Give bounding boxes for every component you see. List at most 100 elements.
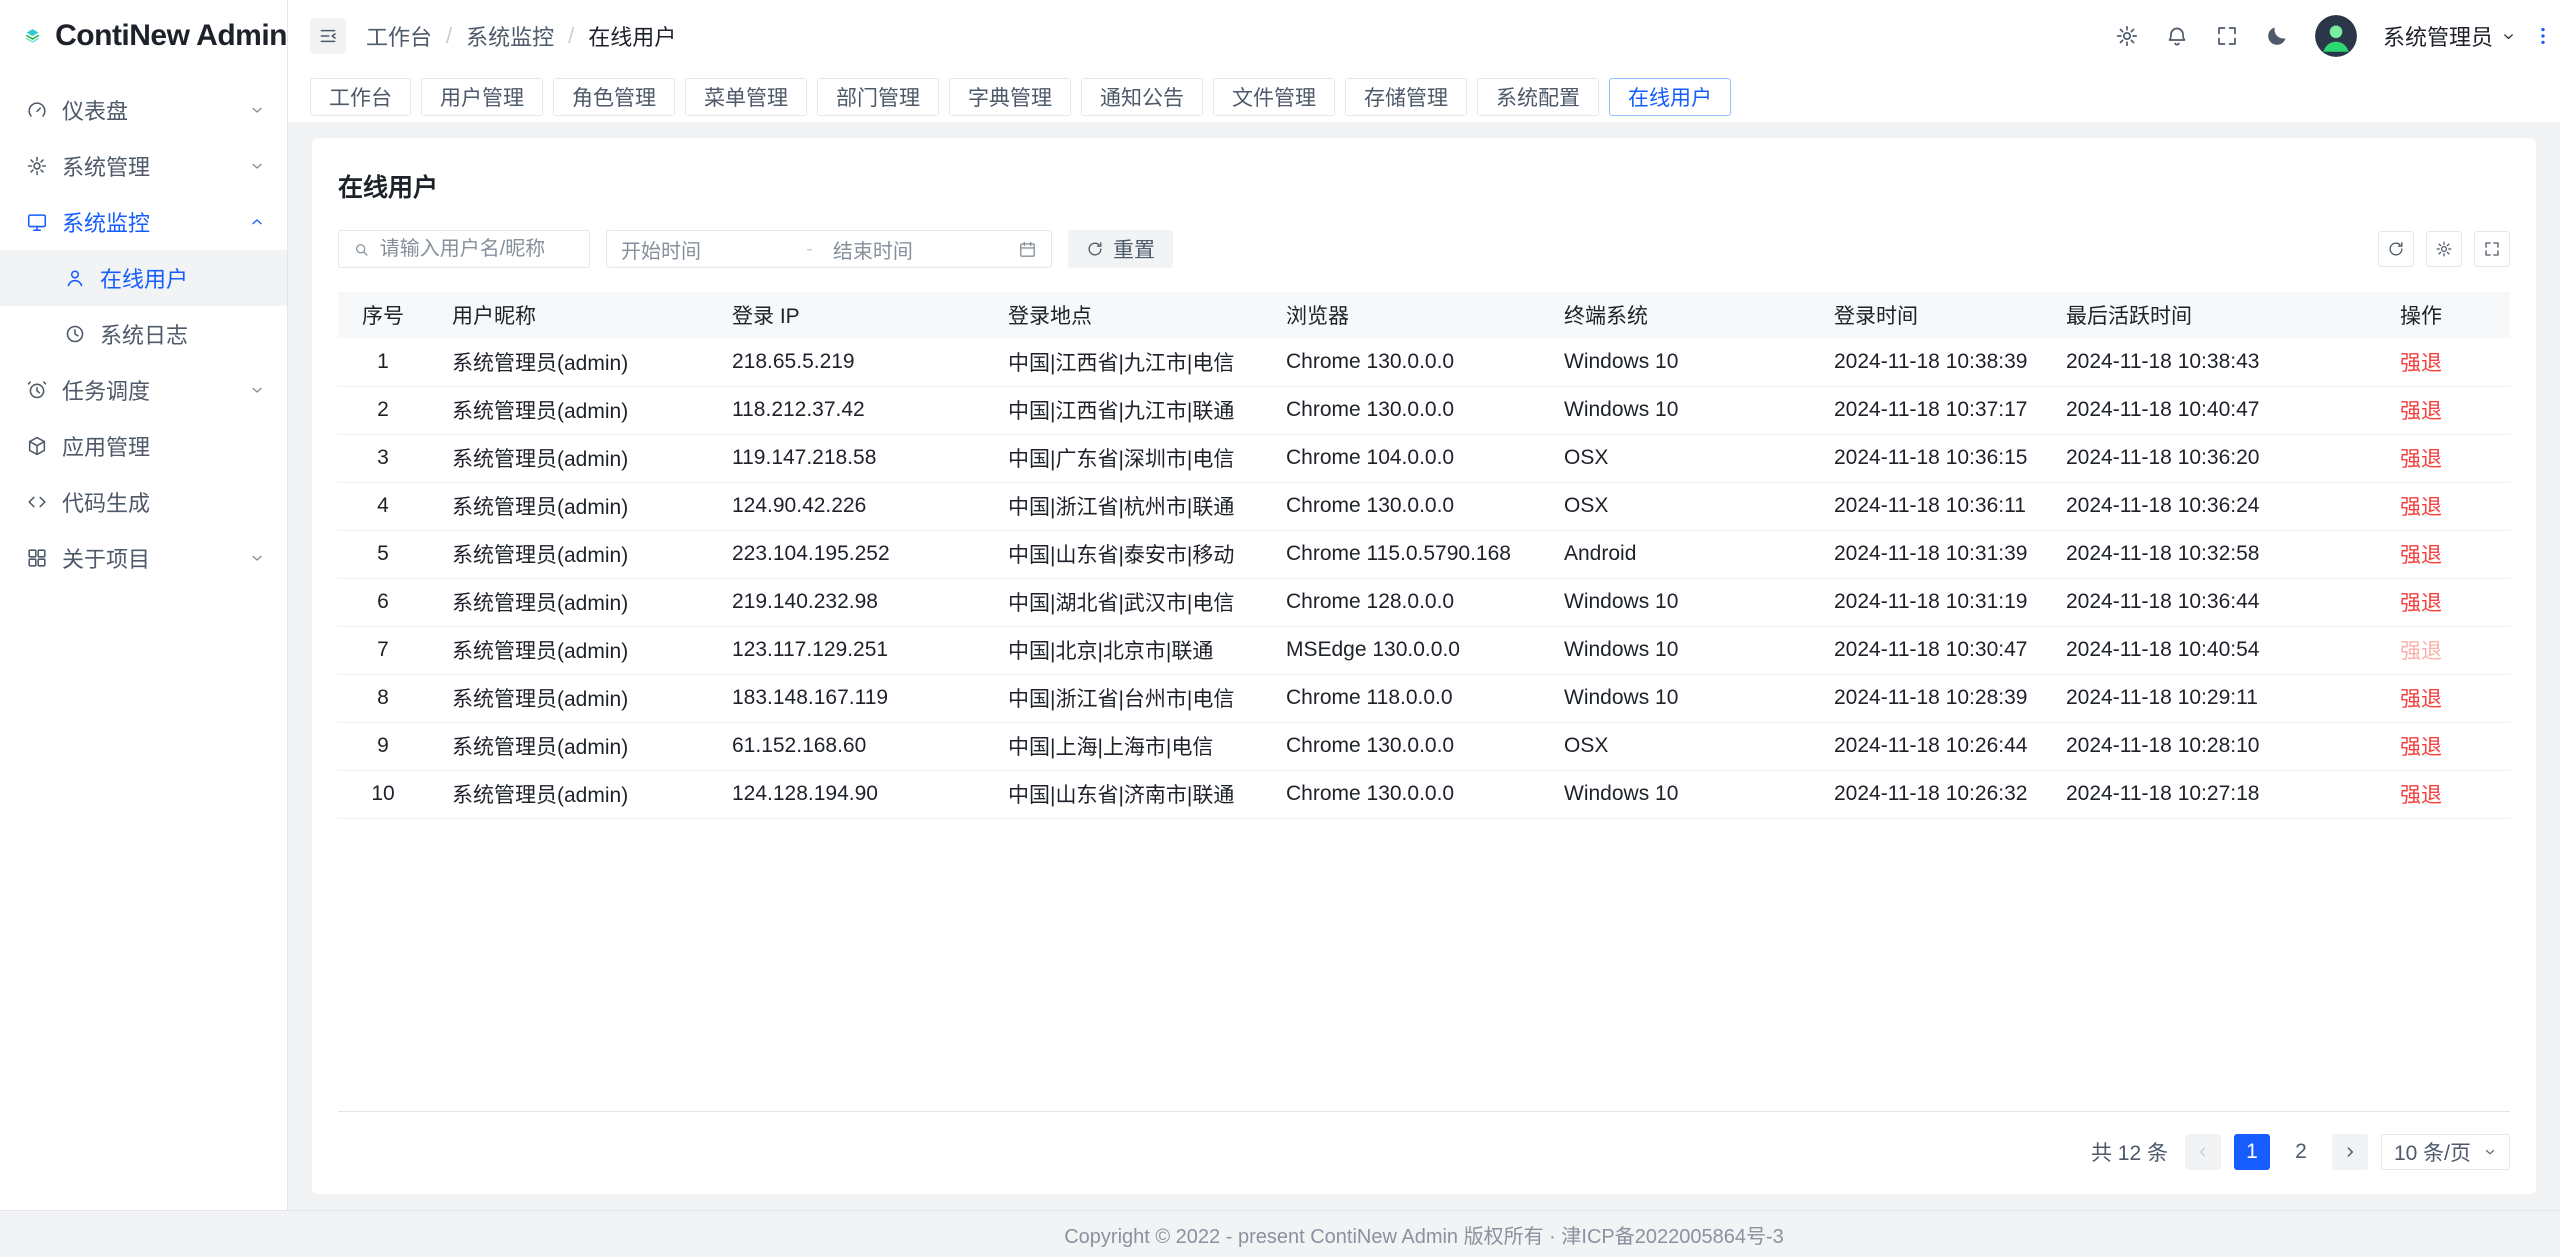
cell-location: 中国|湖北省|武汉市|电信 bbox=[984, 578, 1262, 626]
theme-settings-button[interactable] bbox=[2532, 25, 2554, 47]
tab-10[interactable]: 在线用户 bbox=[1609, 78, 1731, 116]
page-size-select[interactable]: 10 条/页 bbox=[2381, 1134, 2510, 1170]
tab-0[interactable]: 工作台 bbox=[310, 78, 411, 116]
force-logout-link[interactable]: 强退 bbox=[2400, 784, 2442, 807]
cell-login_time: 2024-11-18 10:26:32 bbox=[1810, 770, 2042, 818]
tab-3[interactable]: 菜单管理 bbox=[685, 78, 807, 116]
column-settings-button[interactable] bbox=[2426, 231, 2462, 267]
collapse-sidebar-button[interactable] bbox=[310, 18, 346, 54]
tab-5[interactable]: 字典管理 bbox=[949, 78, 1071, 116]
cell-action: 强退 bbox=[2376, 722, 2510, 770]
tab-4[interactable]: 部门管理 bbox=[817, 78, 939, 116]
sidebar-item-about-project[interactable]: 关于项目 bbox=[0, 530, 287, 586]
tab-9[interactable]: 系统配置 bbox=[1477, 78, 1599, 116]
table-row: 10系统管理员(admin)124.128.194.90中国|山东省|济南市|联… bbox=[338, 770, 2510, 818]
pagination-page-2[interactable]: 2 bbox=[2283, 1134, 2319, 1170]
online-users-table-wrapper: 序号 用户昵称 登录 IP 登录地点 浏览器 终端系统 登录时间 最后活跃时间 … bbox=[338, 292, 2510, 1112]
force-logout-link[interactable]: 强退 bbox=[2400, 448, 2442, 471]
table-body: 1系统管理员(admin)218.65.5.219中国|江西省|九江市|电信Ch… bbox=[338, 338, 2510, 818]
chevron-down-icon bbox=[249, 102, 265, 118]
table-header-row: 序号 用户昵称 登录 IP 登录地点 浏览器 终端系统 登录时间 最后活跃时间 … bbox=[338, 292, 2510, 338]
force-logout-link[interactable]: 强退 bbox=[2400, 688, 2442, 711]
sidebar-item-label: 代码生成 bbox=[62, 486, 265, 518]
sidebar-item-system-monitor[interactable]: 系统监控 bbox=[0, 194, 287, 250]
sidebar-item-system-logs[interactable]: 系统日志 bbox=[0, 306, 287, 362]
cell-nickname: 系统管理员(admin) bbox=[428, 578, 708, 626]
force-logout-link[interactable]: 强退 bbox=[2400, 640, 2442, 663]
sidebar-item-dashboard[interactable]: 仪表盘 bbox=[0, 82, 287, 138]
sidebar-item-online-users[interactable]: 在线用户 bbox=[0, 250, 287, 306]
force-logout-link[interactable]: 强退 bbox=[2400, 736, 2442, 759]
force-logout-link[interactable]: 强退 bbox=[2400, 592, 2442, 615]
sidebar-item-label: 关于项目 bbox=[62, 542, 235, 574]
tab-8[interactable]: 存储管理 bbox=[1345, 78, 1467, 116]
gear-icon bbox=[26, 155, 48, 177]
cell-action: 强退 bbox=[2376, 626, 2510, 674]
sidebar-item-task-scheduling[interactable]: 任务调度 bbox=[0, 362, 287, 418]
user-menu[interactable]: 系统管理员 bbox=[2383, 20, 2516, 52]
pagination-page-1[interactable]: 1 bbox=[2234, 1134, 2270, 1170]
pagination-prev-button[interactable] bbox=[2185, 1134, 2221, 1170]
sidebar-item-app-management[interactable]: 应用管理 bbox=[0, 418, 287, 474]
breadcrumb-item[interactable]: 工作台 bbox=[366, 20, 432, 52]
cell-browser: MSEdge 130.0.0.0 bbox=[1262, 626, 1540, 674]
column-header-actions: 操作 bbox=[2376, 292, 2510, 338]
search-icon bbox=[353, 240, 370, 259]
notifications-button[interactable] bbox=[2165, 24, 2189, 48]
search-input[interactable] bbox=[380, 238, 575, 261]
cell-ip: 123.117.129.251 bbox=[708, 626, 984, 674]
cell-login_time: 2024-11-18 10:26:44 bbox=[1810, 722, 2042, 770]
cell-action: 强退 bbox=[2376, 482, 2510, 530]
chevron-down-icon bbox=[2501, 29, 2516, 44]
app-logo[interactable]: ContiNew Admin bbox=[0, 0, 287, 72]
cell-nickname: 系统管理员(admin) bbox=[428, 482, 708, 530]
force-logout-link[interactable]: 强退 bbox=[2400, 352, 2442, 375]
force-logout-link[interactable]: 强退 bbox=[2400, 400, 2442, 423]
cell-browser: Chrome 130.0.0.0 bbox=[1262, 338, 1540, 386]
cell-last_active: 2024-11-18 10:27:18 bbox=[2042, 770, 2376, 818]
filter-controls: 开始时间 - 结束时间 重置 bbox=[338, 230, 1173, 268]
sidebar-item-code-generation[interactable]: 代码生成 bbox=[0, 474, 287, 530]
cell-browser: Chrome 130.0.0.0 bbox=[1262, 482, 1540, 530]
sidebar-item-system-management[interactable]: 系统管理 bbox=[0, 138, 287, 194]
column-header-nickname: 用户昵称 bbox=[428, 292, 708, 338]
cell-login_time: 2024-11-18 10:37:17 bbox=[1810, 386, 2042, 434]
column-header-browser: 浏览器 bbox=[1262, 292, 1540, 338]
pagination-next-button[interactable] bbox=[2332, 1134, 2368, 1170]
cell-browser: Chrome 130.0.0.0 bbox=[1262, 386, 1540, 434]
cell-login_time: 2024-11-18 10:31:19 bbox=[1810, 578, 2042, 626]
breadcrumb-item[interactable]: 系统监控 bbox=[466, 20, 554, 52]
cell-location: 中国|浙江省|台州市|电信 bbox=[984, 674, 1262, 722]
cell-os: Windows 10 bbox=[1540, 626, 1810, 674]
tab-1[interactable]: 用户管理 bbox=[421, 78, 543, 116]
cell-no: 1 bbox=[338, 338, 428, 386]
page-size-value: 10 条/页 bbox=[2394, 1137, 2471, 1167]
date-start-placeholder: 开始时间 bbox=[621, 235, 796, 264]
tab-2[interactable]: 角色管理 bbox=[553, 78, 675, 116]
date-range-picker[interactable]: 开始时间 - 结束时间 bbox=[606, 230, 1052, 268]
settings-button[interactable] bbox=[2115, 24, 2139, 48]
cell-nickname: 系统管理员(admin) bbox=[428, 674, 708, 722]
date-range-separator: - bbox=[806, 238, 813, 261]
sidebar: ContiNew Admin 仪表盘 系统管理 系统监控 bbox=[0, 0, 288, 1210]
force-logout-link[interactable]: 强退 bbox=[2400, 544, 2442, 567]
fullscreen-button[interactable] bbox=[2215, 24, 2239, 48]
cell-os: OSX bbox=[1540, 722, 1810, 770]
topbar-actions: 系统管理员 bbox=[2115, 15, 2516, 57]
refresh-table-button[interactable] bbox=[2378, 231, 2414, 267]
column-header-ip: 登录 IP bbox=[708, 292, 984, 338]
breadcrumb-separator: / bbox=[568, 23, 574, 49]
dark-mode-button[interactable] bbox=[2265, 24, 2289, 48]
table-fullscreen-button[interactable] bbox=[2474, 231, 2510, 267]
date-end-placeholder: 结束时间 bbox=[823, 235, 1008, 264]
cell-last_active: 2024-11-18 10:36:20 bbox=[2042, 434, 2376, 482]
force-logout-link[interactable]: 强退 bbox=[2400, 496, 2442, 519]
cell-ip: 119.147.218.58 bbox=[708, 434, 984, 482]
menu-fold-icon bbox=[318, 26, 338, 46]
cell-no: 6 bbox=[338, 578, 428, 626]
tab-7[interactable]: 文件管理 bbox=[1213, 78, 1335, 116]
tab-6[interactable]: 通知公告 bbox=[1081, 78, 1203, 116]
reset-button[interactable]: 重置 bbox=[1068, 230, 1173, 268]
avatar[interactable] bbox=[2315, 15, 2357, 57]
cell-location: 中国|山东省|济南市|联通 bbox=[984, 770, 1262, 818]
